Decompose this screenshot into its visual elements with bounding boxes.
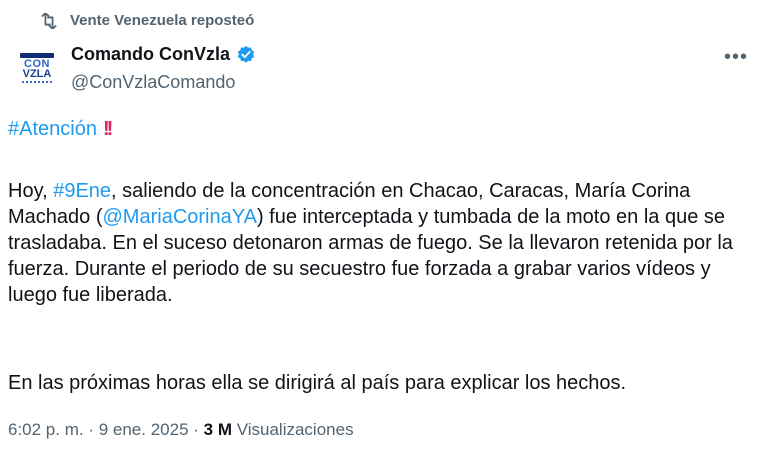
author-handle[interactable]: @ConVzlaComando [71, 72, 235, 93]
more-options-icon[interactable]: ••• [724, 46, 748, 69]
hashtag-atencion-link[interactable]: #Atención [8, 118, 97, 140]
text-segment: Hoy, [8, 180, 54, 202]
verified-badge-icon [237, 45, 255, 63]
tweet-paragraph-2: Hoy, #9Ene, saliendo de la concentración… [8, 178, 748, 308]
tweet-time[interactable]: 6:02 p. m. [8, 420, 84, 439]
separator: · [188, 420, 204, 439]
avatar-text-vzla: VZLA [22, 68, 52, 80]
tweet-date[interactable]: 9 ene. 2025 [99, 420, 189, 439]
author-name-text: Comando ConVzla [71, 44, 231, 64]
views-count: 3 M [203, 420, 232, 439]
repost-icon [41, 12, 57, 29]
repost-label: Vente Venezuela reposteó [70, 12, 255, 29]
tweet-paragraph-3: En las próximas horas ella se dirigirá a… [8, 372, 627, 394]
tweet-meta: 6:02 p. m. · 9 ene. 2025 · 3 M Visualiza… [8, 420, 354, 440]
author-name[interactable]: Comando ConVzla [71, 44, 256, 65]
views-label: Visualizaciones [231, 420, 354, 439]
avatar-dots [22, 81, 52, 85]
avatar[interactable]: CON VZLA [16, 48, 58, 90]
separator: · [83, 420, 99, 439]
double-exclamation-icon: !! [102, 118, 113, 140]
mention-link[interactable]: @MariaCorinaYA [103, 206, 257, 228]
tweet-paragraph-1: #Atención!! [8, 116, 113, 142]
hashtag-9ene-link[interactable]: #9Ene [53, 180, 111, 202]
repost-header[interactable]: Vente Venezuela reposteó [38, 12, 254, 29]
